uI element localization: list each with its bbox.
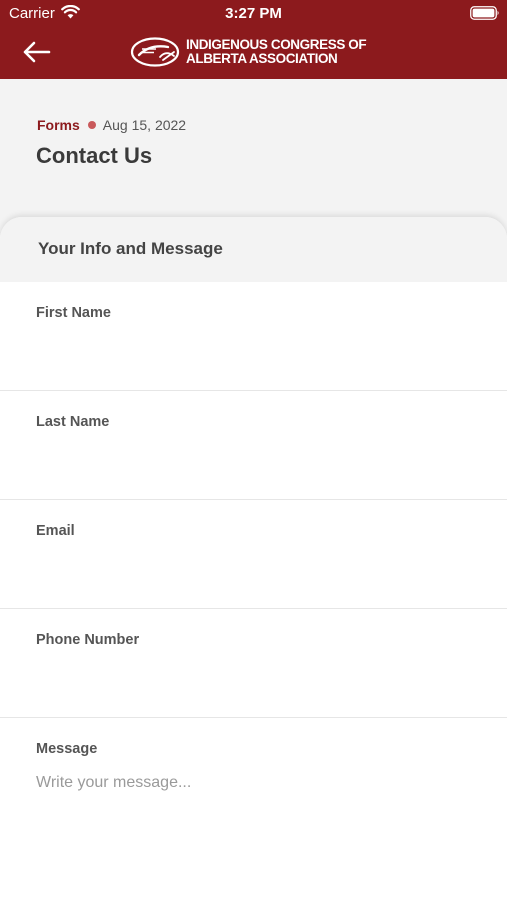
logo-wordmark: Indigenous Congress of Alberta Associati… — [186, 37, 367, 66]
first-name-label: First Name — [36, 305, 111, 321]
phone-number-label: Phone Number — [36, 632, 140, 648]
form-section-title: Your Info and Message — [38, 239, 223, 258]
nav-bar: Indigenous Congress of Alberta Associati… — [0, 28, 507, 79]
separator-dot-icon — [87, 121, 96, 129]
post-meta: Forms Aug 15, 2022 — [37, 117, 186, 133]
organization-logo: Indigenous Congress of Alberta Associati… — [130, 36, 390, 70]
last-name-label: Last Name — [36, 414, 110, 430]
phone-number-input[interactable] — [36, 657, 476, 697]
logo-emblem-icon — [130, 37, 180, 67]
page-title: Contact Us — [36, 143, 153, 168]
email-input[interactable] — [36, 548, 476, 588]
first-name-field[interactable]: First Name — [0, 282, 507, 391]
contact-form-card: Your Info and Message First Name Last Na… — [0, 217, 507, 900]
post-date: Aug 15, 2022 — [102, 117, 187, 133]
status-bar: Carrier 3:27 PM — [0, 0, 507, 28]
clock: 3:27 PM — [225, 5, 282, 22]
form-section-header: Your Info and Message — [0, 217, 507, 282]
last-name-field[interactable]: Last Name — [0, 391, 507, 500]
logo-line-2: Alberta Association — [186, 51, 338, 66]
message-textarea[interactable] — [36, 774, 476, 894]
message-field[interactable]: Message — [0, 718, 507, 900]
message-label: Message — [36, 741, 98, 757]
back-arrow-icon[interactable] — [22, 40, 52, 64]
battery-icon — [470, 6, 499, 20]
email-field[interactable]: Email — [0, 500, 507, 609]
app-header: Carrier 3:27 PM Indigenous Congress of — [0, 0, 507, 79]
first-name-input[interactable] — [36, 330, 476, 370]
email-label: Email — [36, 523, 75, 539]
last-name-input[interactable] — [36, 439, 476, 479]
category-link[interactable]: Forms — [37, 117, 80, 133]
phone-number-field[interactable]: Phone Number — [0, 609, 507, 718]
logo-line-1: Indigenous Congress of — [186, 37, 367, 52]
